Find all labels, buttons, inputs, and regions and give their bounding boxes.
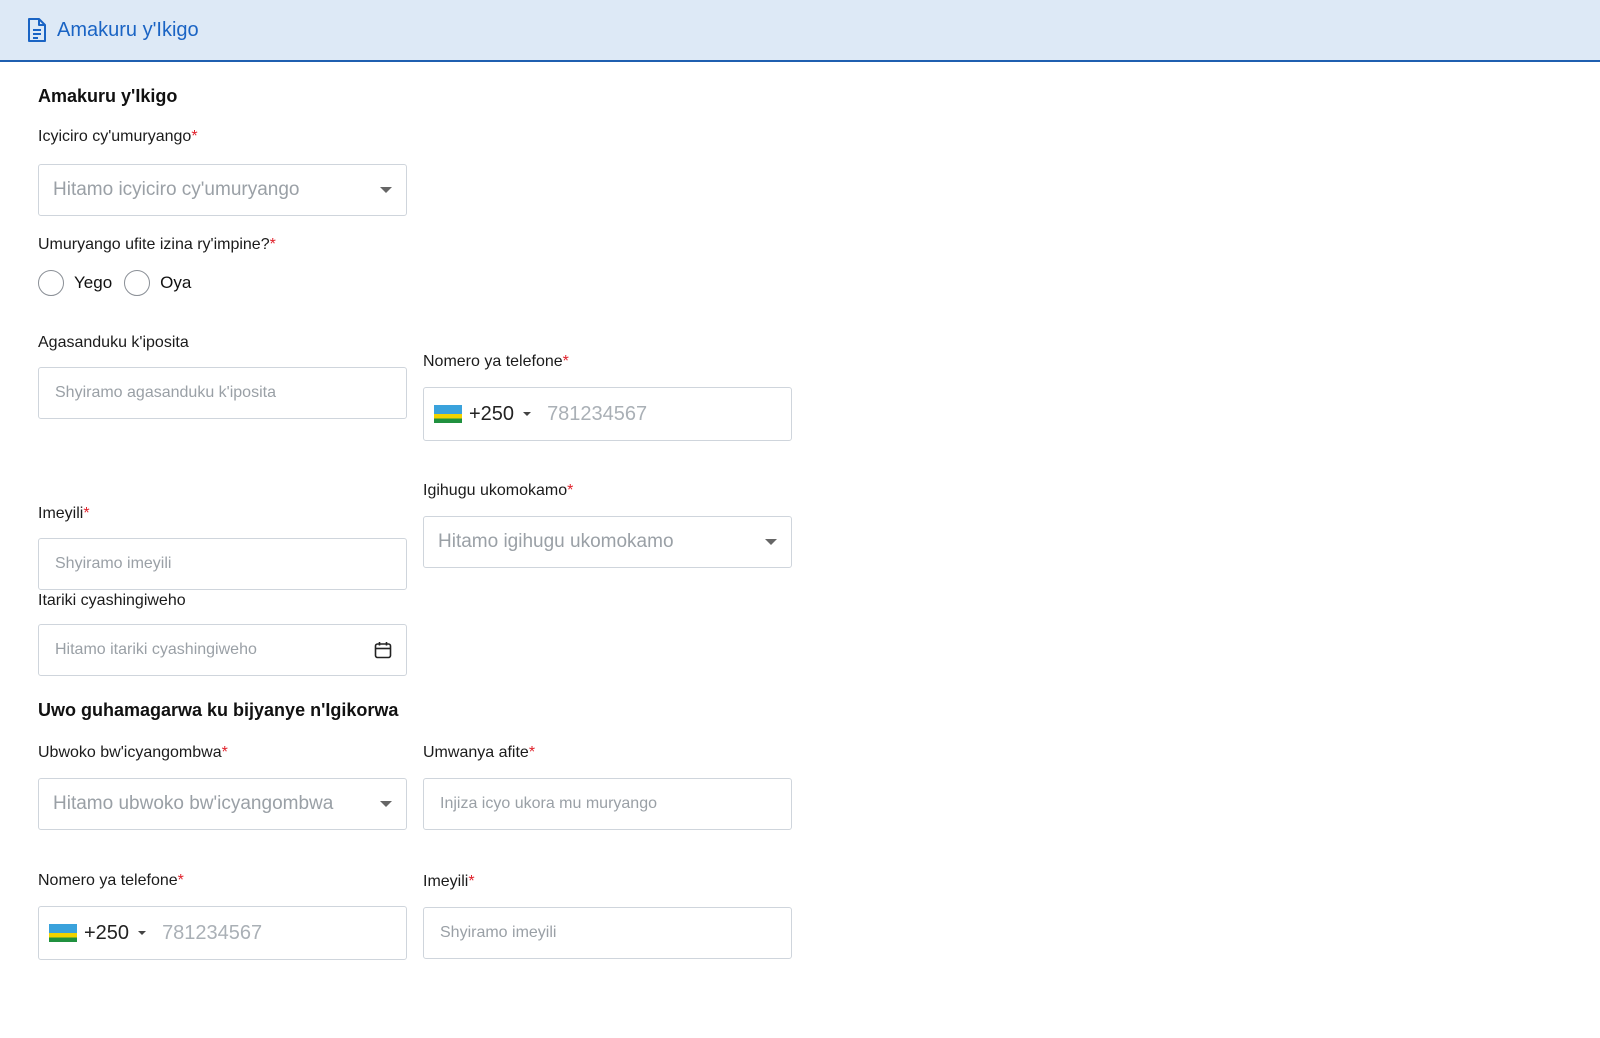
- position-label-text: Umwanya afite: [423, 744, 529, 761]
- po-box-label: Agasanduku k'iposita: [38, 334, 189, 351]
- phone-label: Nomero ya telefone*: [423, 353, 569, 371]
- chevron-down-icon: [765, 539, 777, 545]
- header-title: Amakuru y'Ikigo: [57, 18, 199, 41]
- required-mark: *: [468, 873, 475, 890]
- date-label: Itariki cyashingiweho: [38, 592, 186, 609]
- required-mark: *: [562, 353, 569, 370]
- phone-label-text: Nomero ya telefone: [423, 353, 563, 370]
- email-placeholder: Shyiramo imeyili: [55, 555, 172, 572]
- country-select[interactable]: Hitamo igihugu ukomokamo: [423, 516, 792, 568]
- required-mark: *: [221, 744, 228, 761]
- required-mark: *: [83, 505, 90, 522]
- radio-no[interactable]: [124, 270, 151, 296]
- caret-down-icon[interactable]: [523, 412, 532, 416]
- contact-phone-country-code[interactable]: +250: [84, 922, 129, 945]
- required-mark: *: [528, 744, 536, 761]
- id-type-label-text: Ubwoko bw'icyangombwa: [38, 744, 222, 761]
- contact-phone-placeholder: 781234567: [162, 921, 263, 944]
- contact-email-input[interactable]: Shyiramo imeyili: [423, 907, 792, 959]
- date-placeholder: Hitamo itariki cyashingiweho: [55, 641, 257, 658]
- position-placeholder: Injiza icyo ukora mu muryango: [440, 795, 657, 812]
- phone-placeholder: 781234567: [547, 402, 648, 425]
- country-label-text: Igihugu ukomokamo: [423, 482, 568, 499]
- contact-email-label-text: Imeyili: [423, 873, 469, 890]
- country-placeholder: Hitamo igihugu ukomokamo: [438, 531, 674, 552]
- radio-yes-label[interactable]: Yego: [74, 273, 112, 293]
- section-title-contact: Uwo guhamagarwa ku bijyanye n'Igikorwa: [38, 700, 399, 720]
- po-box-input[interactable]: Shyiramo agasanduku k'iposita: [38, 367, 407, 419]
- document-icon: [28, 18, 46, 42]
- contact-email-label: Imeyili*: [423, 873, 475, 891]
- category-placeholder: Hitamo icyiciro cy'umuryango: [53, 179, 300, 200]
- position-input[interactable]: Injiza icyo ukora mu muryango: [423, 778, 792, 830]
- phone-input[interactable]: +250 781234567: [423, 387, 792, 441]
- category-select[interactable]: Hitamo icyiciro cy'umuryango: [38, 164, 407, 216]
- chevron-down-icon: [380, 187, 392, 193]
- former-name-radio-group: Yego Oya: [38, 270, 203, 296]
- po-box-placeholder: Shyiramo agasanduku k'iposita: [55, 384, 276, 401]
- contact-phone-label-text: Nomero ya telefone: [38, 872, 178, 889]
- category-label: Icyiciro cy'umuryango*: [38, 128, 198, 146]
- id-type-label: Ubwoko bw'icyangombwa*: [38, 744, 228, 762]
- caret-down-icon[interactable]: [138, 931, 147, 935]
- required-mark: *: [269, 236, 276, 253]
- chevron-down-icon: [380, 801, 392, 807]
- radio-yes[interactable]: [38, 270, 64, 296]
- required-mark: *: [191, 128, 198, 145]
- contact-email-placeholder: Shyiramo imeyili: [440, 924, 557, 941]
- rwanda-flag-icon[interactable]: [434, 405, 462, 423]
- email-label-text: Imeyili: [38, 505, 84, 522]
- contact-phone-input[interactable]: +250 781234567: [38, 906, 407, 960]
- required-mark: *: [567, 482, 574, 499]
- rwanda-flag-icon[interactable]: [49, 924, 77, 942]
- calendar-icon[interactable]: [374, 641, 392, 659]
- category-label-text: Icyiciro cy'umuryango: [38, 128, 192, 145]
- contact-phone-label: Nomero ya telefone*: [38, 872, 184, 890]
- page-header: Amakuru y'Ikigo: [0, 0, 1600, 62]
- position-label: Umwanya afite*: [423, 744, 535, 762]
- country-label: Igihugu ukomokamo*: [423, 482, 573, 500]
- id-type-select[interactable]: Hitamo ubwoko bw'icyangombwa: [38, 778, 407, 830]
- phone-country-code[interactable]: +250: [469, 403, 514, 426]
- section-title-organization: Amakuru y'Ikigo: [38, 86, 178, 106]
- date-input[interactable]: Hitamo itariki cyashingiweho: [38, 624, 407, 676]
- former-name-label: Umuryango ufite izina ry'impine?*: [38, 236, 276, 254]
- email-label: Imeyili*: [38, 505, 90, 523]
- radio-no-label[interactable]: Oya: [160, 273, 191, 293]
- id-type-placeholder: Hitamo ubwoko bw'icyangombwa: [53, 793, 334, 814]
- former-name-label-text: Umuryango ufite izina ry'impine?: [38, 236, 270, 253]
- required-mark: *: [177, 872, 184, 889]
- email-input[interactable]: Shyiramo imeyili: [38, 538, 407, 590]
